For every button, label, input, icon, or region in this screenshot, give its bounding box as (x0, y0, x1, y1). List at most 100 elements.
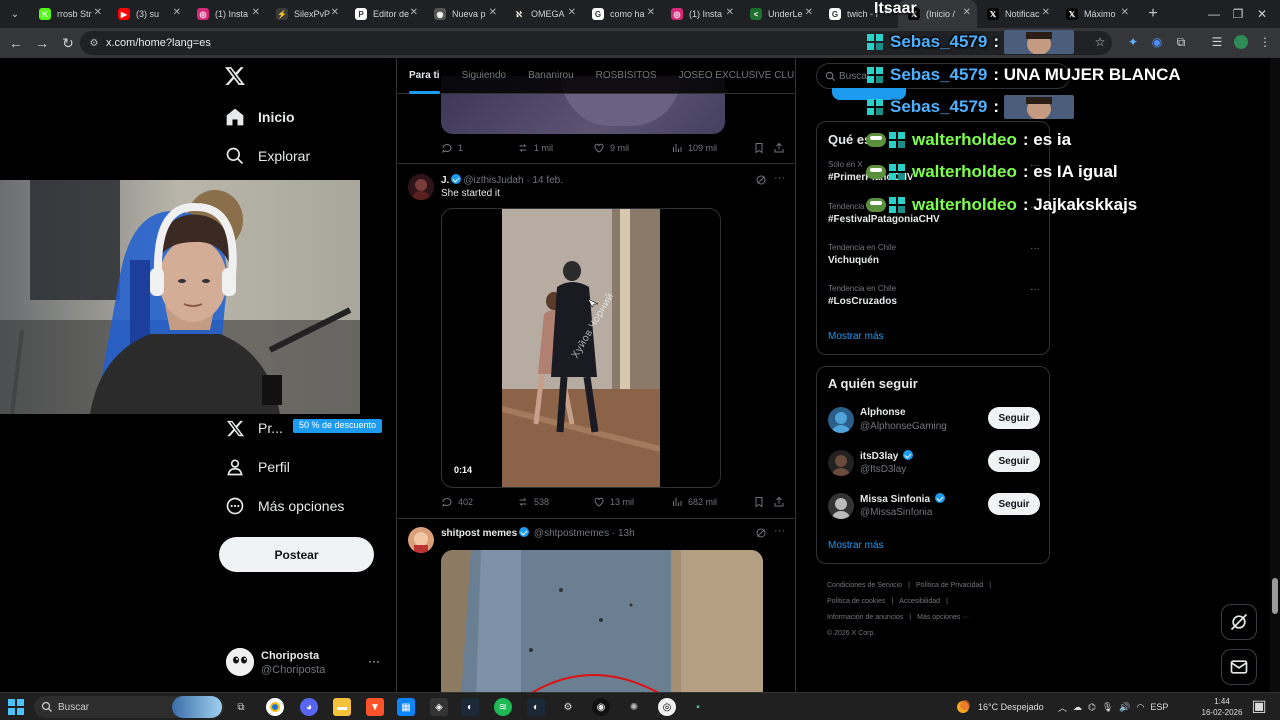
taskbar-search[interactable]: Buscar (34, 696, 224, 718)
account-switcher[interactable]: Choriposta @Choriposta ··· (226, 648, 386, 682)
author-handle[interactable]: @izthisJudah (463, 175, 523, 186)
windows-start-icon[interactable] (8, 699, 24, 715)
trend-more-icon[interactable]: ··· (1030, 243, 1040, 254)
grok-explain-icon[interactable] (755, 174, 767, 186)
close-window-button[interactable]: ✕ (1242, 0, 1280, 28)
messages-button[interactable] (1221, 649, 1257, 685)
reload-button[interactable]: ↻ (56, 31, 80, 55)
footer-link[interactable]: Condiciones de Servicio (827, 582, 902, 589)
trend-more-icon[interactable]: ··· (1030, 284, 1040, 295)
file-explorer-icon[interactable]: ▬ (333, 698, 351, 716)
avatar[interactable] (828, 493, 854, 519)
trend-item[interactable]: Tendencia en Chile #LosCruzados ··· (828, 284, 1040, 307)
browser-tab[interactable]: Gcomo ha ✕ (582, 0, 661, 28)
back-button[interactable]: ← (4, 31, 28, 55)
tab-close-icon[interactable]: ✕ (94, 7, 102, 18)
tweet-media[interactable] (441, 550, 763, 692)
weather-widget[interactable]: 16°C Despejado (954, 697, 1044, 717)
tweet[interactable]: shitpost memes @shtpostmemes · 13h ··· (397, 519, 795, 692)
app-icon-2[interactable]: ✺ (625, 698, 643, 716)
browser-tab[interactable]: ▶ (3) su ✕ (108, 0, 187, 28)
nav-home[interactable]: Inicio (224, 105, 295, 129)
tweet-more-icon[interactable]: ··· (774, 172, 785, 184)
follow-button[interactable]: Seguir (988, 493, 1040, 515)
timeline-tab[interactable]: Siguiendo (462, 58, 506, 94)
grok-button[interactable] (1221, 604, 1257, 640)
microphone-icon[interactable]: 🎙 (1102, 702, 1113, 713)
spotify-icon[interactable]: ≋ (494, 698, 512, 716)
browser-tab[interactable]: ℵ OMEGA ✕ (503, 0, 582, 28)
site-info-icon[interactable]: ⚙ (88, 37, 100, 49)
nav-profile[interactable]: Perfil (224, 455, 290, 479)
account-more-icon[interactable]: ··· (368, 654, 380, 668)
tab-close-icon[interactable]: ✕ (1042, 7, 1050, 18)
bookmark-button[interactable] (753, 142, 765, 154)
brave-icon[interactable]: ▼ (366, 698, 384, 716)
reply-button[interactable]: 402 (441, 496, 473, 508)
share-button[interactable] (773, 142, 785, 154)
scrollbar-thumb[interactable] (1272, 578, 1278, 614)
tweet-time[interactable]: · 13h (612, 528, 635, 539)
onedrive-icon[interactable]: ☁ (1073, 702, 1082, 713)
reply-button[interactable]: 1 (441, 142, 463, 154)
footer-link[interactable]: Más opciones ··· (917, 614, 969, 621)
network-icon[interactable]: ⌬ (1088, 702, 1096, 713)
grok-explain-icon[interactable] (755, 527, 767, 539)
tab-close-icon[interactable]: ✕ (726, 7, 734, 18)
tweet-video[interactable]: Хуйов Чорний 0:14 (441, 208, 721, 488)
follow-name-row[interactable]: Alphonse (860, 407, 906, 418)
views-button[interactable]: 682 mil (671, 496, 717, 508)
browser-tab[interactable]: 𝕏 Máximo ✕ (1056, 0, 1135, 28)
footer-link[interactable]: Accesibilidad (899, 598, 940, 605)
author-handle[interactable]: @shtpostmemes (534, 528, 609, 539)
wifi-icon[interactable]: ◠ (1137, 702, 1145, 713)
browser-tab[interactable]: < UnderLe ✕ (740, 0, 819, 28)
footer-link[interactable]: Información de anuncios (827, 614, 903, 621)
footer-link[interactable]: Política de cookies (827, 598, 885, 605)
tab-close-icon[interactable]: ✕ (252, 7, 260, 18)
like-button[interactable]: 13 mil (593, 496, 634, 508)
obs-icon-2[interactable]: ◎ (658, 698, 676, 716)
obs-icon[interactable]: ◉ (592, 698, 610, 716)
views-button[interactable]: 109 mil (671, 142, 717, 154)
author-name[interactable]: shitpost memes (441, 528, 517, 539)
share-button[interactable] (773, 496, 785, 508)
repost-button[interactable]: 538 (517, 496, 549, 508)
x-logo-icon[interactable] (224, 65, 248, 89)
steam-icon-2[interactable]: ◐ (527, 698, 545, 716)
task-view-icon[interactable]: ⧉ (232, 698, 250, 716)
avatar[interactable] (408, 174, 434, 200)
avatar[interactable] (828, 450, 854, 476)
app-icon[interactable]: ◈ (430, 698, 448, 716)
volume-icon[interactable]: 🔊 (1119, 702, 1130, 713)
language-indicator[interactable]: ESP (1150, 702, 1168, 712)
profile-avatar-icon[interactable] (1230, 31, 1252, 53)
trends-show-more[interactable]: Mostrar más (828, 331, 884, 342)
footer-link[interactable]: © 2026 X Corp. (827, 630, 875, 637)
tab-close-icon[interactable]: ✕ (173, 7, 181, 18)
browser-tab[interactable]: 𝕏 Notificac ✕ (977, 0, 1056, 28)
tray-chevron-icon[interactable]: ︿ (1058, 701, 1067, 714)
follow-suggestion[interactable]: itsD3lay @ItsD3lay Seguir (828, 448, 1040, 478)
tab-close-icon[interactable]: ✕ (331, 7, 339, 18)
tab-search-button[interactable]: ⌄ (3, 4, 27, 24)
follow-name-row[interactable]: itsD3lay (860, 450, 915, 462)
store-icon[interactable]: ▦ (397, 698, 415, 716)
timeline-tab[interactable]: Para ti (409, 58, 440, 94)
chrome-icon[interactable] (266, 698, 284, 716)
browser-menu-icon[interactable]: ⋮ (1254, 31, 1276, 53)
bookmark-button[interactable] (753, 496, 765, 508)
follow-name-row[interactable]: Missa Sinfonia (860, 493, 947, 505)
browser-tab[interactable]: ⚡ SilexPvP ✕ (266, 0, 345, 28)
follow-suggestion[interactable]: Alphonse @AlphonseGaming Seguir (828, 405, 1040, 435)
steam-icon[interactable]: ◐ (461, 698, 479, 716)
timeline-tab[interactable]: Bananirou (528, 58, 574, 94)
tweet-more-icon[interactable]: ··· (774, 525, 785, 537)
nav-more-options[interactable]: Más opciones (224, 494, 344, 518)
tab-close-icon[interactable]: ✕ (1121, 7, 1129, 18)
browser-tab[interactable]: ◎ (1) Insta ✕ (187, 0, 266, 28)
discord-icon[interactable]: ◕ (300, 698, 318, 716)
notification-icon[interactable]: ▣ (1251, 698, 1266, 715)
like-button[interactable]: 9 mil (593, 142, 629, 154)
tab-close-icon[interactable]: ✕ (489, 7, 497, 18)
